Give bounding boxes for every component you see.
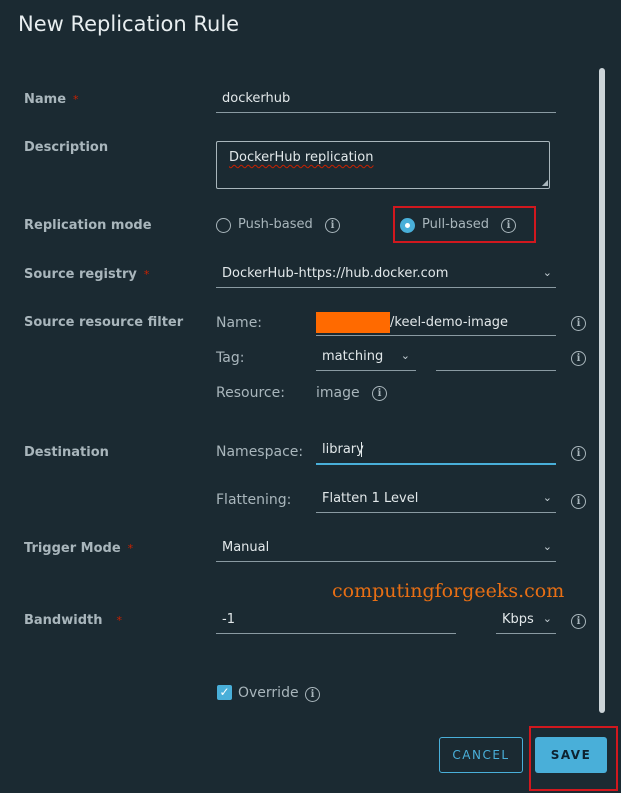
- chevron-down-icon: ⌄: [542, 540, 552, 553]
- source-registry-label: Source registry *: [24, 267, 150, 282]
- tag-mode-value: matching: [322, 349, 384, 364]
- pull-based-label[interactable]: Pull-based: [422, 217, 489, 232]
- dialog-title: New Replication Rule: [18, 12, 240, 36]
- chevron-down-icon: ⌄: [400, 349, 410, 362]
- info-icon[interactable]: i: [501, 218, 516, 233]
- watermark-text: computingforgeeks.com: [332, 580, 565, 602]
- tag-mode-select[interactable]: matching ⌄: [316, 344, 416, 371]
- filter-name-label: Name:: [216, 315, 263, 331]
- name-input[interactable]: dockerhub: [216, 86, 556, 113]
- push-based-radio[interactable]: [216, 218, 231, 233]
- description-textarea[interactable]: DockerHub replication ◢: [216, 141, 550, 189]
- info-icon[interactable]: i: [571, 494, 586, 509]
- bandwidth-unit-select[interactable]: Kbps ⌄: [496, 607, 556, 634]
- namespace-input[interactable]: library: [316, 437, 556, 465]
- chevron-down-icon: ⌄: [542, 491, 552, 504]
- bandwidth-input[interactable]: -1: [216, 607, 456, 634]
- info-icon[interactable]: i: [325, 218, 340, 233]
- push-based-label[interactable]: Push-based: [238, 217, 313, 232]
- info-icon[interactable]: i: [571, 446, 586, 461]
- chevron-down-icon: ⌄: [542, 266, 552, 279]
- scrollbar[interactable]: [599, 68, 605, 713]
- filter-name-value: /keel-demo-image: [390, 315, 509, 330]
- save-button[interactable]: SAVE: [535, 737, 607, 773]
- info-icon[interactable]: i: [571, 351, 586, 366]
- bandwidth-label: Bandwidth *: [24, 613, 122, 628]
- source-registry-select[interactable]: DockerHub-https://hub.docker.com ⌄: [216, 261, 556, 288]
- chevron-down-icon: ⌄: [542, 612, 552, 625]
- description-value: DockerHub replication: [229, 150, 374, 165]
- filter-name-input[interactable]: /keel-demo-image: [316, 309, 556, 336]
- namespace-value: library: [322, 442, 364, 457]
- filter-resource-label: Resource:: [216, 385, 285, 401]
- bandwidth-value: -1: [222, 612, 235, 627]
- trigger-mode-value: Manual: [222, 540, 270, 555]
- override-checkbox[interactable]: ✓: [217, 685, 232, 700]
- replication-mode-label: Replication mode: [24, 218, 152, 233]
- checkmark-icon: ✓: [219, 685, 230, 699]
- description-label: Description: [24, 140, 109, 155]
- flattening-label: Flattening:: [216, 492, 292, 508]
- bandwidth-unit-value: Kbps: [502, 612, 534, 627]
- trigger-mode-select[interactable]: Manual ⌄: [216, 535, 556, 562]
- source-registry-value: DockerHub-https://hub.docker.com: [222, 266, 449, 281]
- source-filter-label: Source resource filter: [24, 315, 184, 330]
- pull-based-radio[interactable]: [400, 218, 415, 233]
- namespace-label: Namespace:: [216, 444, 304, 460]
- override-label[interactable]: Override: [238, 685, 299, 701]
- name-input-value: dockerhub: [222, 91, 291, 106]
- info-icon[interactable]: i: [305, 687, 320, 702]
- name-label: Name *: [24, 92, 79, 107]
- info-icon[interactable]: i: [571, 614, 586, 629]
- tag-input[interactable]: [436, 344, 556, 371]
- destination-label: Destination: [24, 445, 109, 460]
- filter-tag-label: Tag:: [216, 350, 245, 366]
- resize-handle-icon[interactable]: ◢: [542, 178, 548, 187]
- info-icon[interactable]: i: [372, 386, 387, 401]
- info-icon[interactable]: i: [571, 316, 586, 331]
- redaction-box: [316, 312, 390, 333]
- cancel-button[interactable]: CANCEL: [439, 737, 523, 773]
- text-cursor: [361, 442, 362, 457]
- flattening-value: Flatten 1 Level: [322, 491, 419, 506]
- flattening-select[interactable]: Flatten 1 Level ⌄: [316, 486, 556, 513]
- trigger-mode-label: Trigger Mode *: [24, 541, 134, 556]
- filter-resource-value: image: [316, 385, 360, 401]
